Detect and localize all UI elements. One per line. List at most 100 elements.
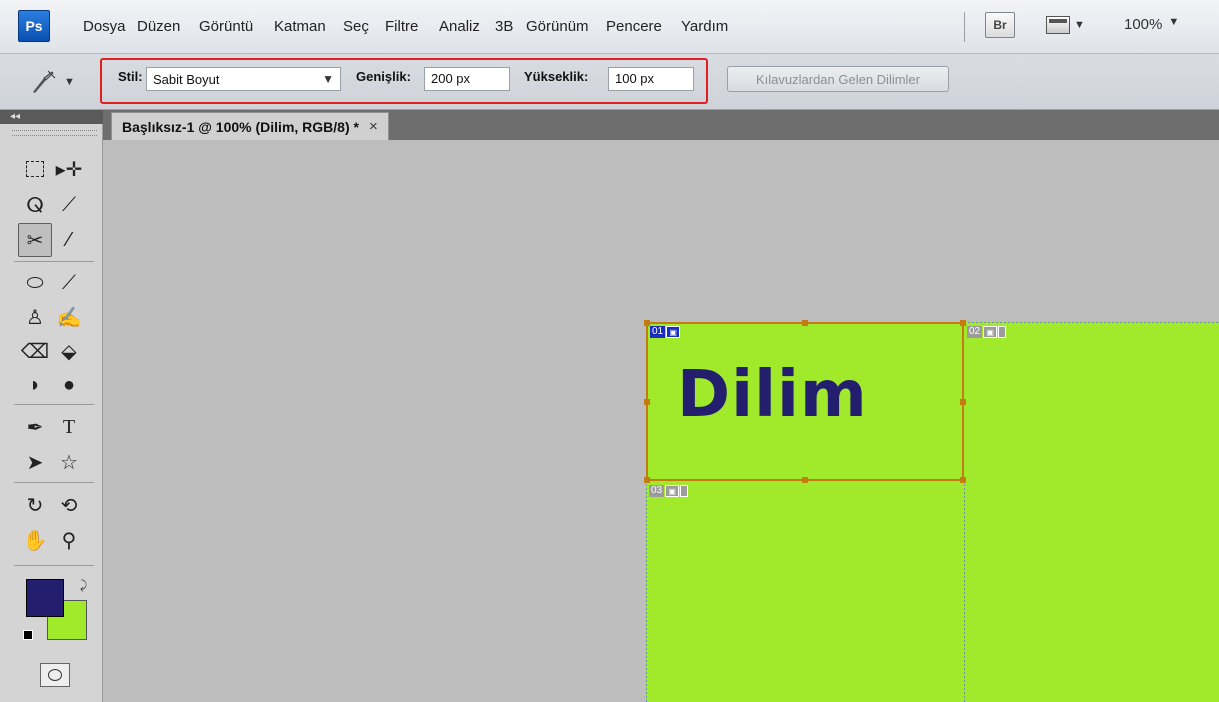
tool-divider <box>14 482 94 483</box>
3d-rotate-icon: ↻ <box>26 494 44 517</box>
menu-yardim[interactable]: Yardım <box>678 16 731 37</box>
3d-rotate-tool[interactable]: ↻ <box>18 488 52 522</box>
collapse-panel-icon[interactable]: ◂◂ <box>0 110 103 124</box>
slice-handle[interactable] <box>960 320 966 326</box>
shape-tool[interactable]: ☆ <box>52 445 86 479</box>
tool-preset-picker[interactable]: ▼ <box>22 64 94 100</box>
blur-tool[interactable]: ◗ <box>18 368 52 402</box>
bridge-button[interactable]: Br <box>985 12 1015 38</box>
path-select-icon: ➤ <box>26 451 44 474</box>
menu-pencere[interactable]: Pencere <box>603 16 665 37</box>
slice-badge: 03 ▣ <box>649 485 689 497</box>
quick-select-tool[interactable]: ⟋ <box>52 188 86 222</box>
height-input[interactable]: 100 px <box>608 67 694 91</box>
width-label: Genişlik: <box>356 69 411 84</box>
width-input[interactable]: 200 px <box>424 67 510 91</box>
document-tab[interactable]: Başlıksız-1 @ 100% (Dilim, RGB/8) * × <box>111 112 389 140</box>
3d-orbit-icon: ⟲ <box>60 494 78 517</box>
foreground-color-swatch[interactable] <box>26 579 64 617</box>
slice-guide <box>964 481 965 702</box>
style-value: Sabit Boyut <box>153 71 220 87</box>
menu-duzen[interactable]: Düzen <box>134 16 183 37</box>
swap-colors-icon[interactable]: ⤸ <box>80 578 87 593</box>
style-label: Stil: <box>118 69 143 84</box>
canvas-area[interactable]: 01 ▣ Dilim 02 ▣ 03 ▣ <box>103 140 1219 702</box>
blur-icon: ◗ <box>28 373 42 396</box>
slice-handle[interactable] <box>960 477 966 483</box>
slice-handle[interactable] <box>960 399 966 405</box>
path-select-tool[interactable]: ➤ <box>18 445 52 479</box>
slice-number: 02 <box>967 326 983 338</box>
clone-stamp-tool[interactable]: ♙ <box>18 300 52 334</box>
lasso-icon: ⵕ <box>26 194 44 217</box>
panel-grip[interactable] <box>12 130 97 136</box>
document-tab-bar: Başlıksız-1 @ 100% (Dilim, RGB/8) * × <box>103 110 1219 140</box>
zoom-tool[interactable]: ⚲ <box>52 523 86 557</box>
default-colors-icon[interactable] <box>23 630 37 644</box>
type-tool[interactable]: T <box>52 410 86 444</box>
style-select[interactable]: Sabit Boyut ▼ <box>146 67 341 91</box>
close-icon[interactable]: × <box>369 118 378 135</box>
slice-tool[interactable]: ✂ <box>18 223 52 257</box>
document-title: Başlıksız-1 @ 100% (Dilim, RGB/8) * <box>122 118 359 135</box>
history-brush-tool[interactable]: ✍ <box>52 300 86 334</box>
quick-mask-button[interactable] <box>40 663 70 687</box>
3d-orbit-tool[interactable]: ⟲ <box>52 488 86 522</box>
zoom-level-select[interactable]: 100% ▼ <box>1124 16 1179 33</box>
dodge-tool[interactable]: ● <box>52 368 86 402</box>
slice-handle[interactable] <box>802 477 808 483</box>
user-slice[interactable]: 01 ▣ Dilim <box>644 320 966 483</box>
dilim-text-layer: Dilim <box>677 358 868 432</box>
type-icon: T <box>62 415 76 438</box>
chevron-down-icon: ▼ <box>64 76 75 88</box>
height-label: Yükseklik: <box>524 69 589 84</box>
image-slice-icon: ▣ <box>983 326 998 338</box>
auto-slice-icon <box>998 326 1007 338</box>
brush-tool[interactable]: ⟋ <box>52 266 86 300</box>
image-slice-icon: ▣ <box>666 326 681 338</box>
healing-brush-tool[interactable]: ⬭ <box>18 266 52 300</box>
slice-handle[interactable] <box>644 399 650 405</box>
menu-sec[interactable]: Seç <box>340 16 372 37</box>
lasso-tool[interactable]: ⵕ <box>18 188 52 222</box>
image-slice-icon: ▣ <box>665 485 680 497</box>
slice-handle[interactable] <box>802 320 808 326</box>
eyedropper-icon: ⁄ <box>67 228 71 251</box>
menu-katman[interactable]: Katman <box>271 16 329 37</box>
menu-analiz[interactable]: Analiz <box>436 16 483 37</box>
pen-tool[interactable]: ✒ <box>18 410 52 444</box>
photoshop-logo[interactable]: Ps <box>18 10 50 42</box>
slice-number: 01 <box>650 326 666 338</box>
paint-bucket-icon: ⬙ <box>61 340 77 363</box>
chevron-down-icon: ▼ <box>1074 19 1085 31</box>
tool-divider <box>14 404 94 405</box>
eyedropper-tool[interactable]: ⁄ <box>52 223 86 257</box>
slice-number: 03 <box>649 485 665 497</box>
move-icon: ▸✛ <box>55 158 83 181</box>
menu-goruntu[interactable]: Görüntü <box>196 16 256 37</box>
document-canvas[interactable]: 01 ▣ Dilim 02 ▣ 03 ▣ <box>644 320 1219 702</box>
brush-icon: ⟋ <box>62 271 76 294</box>
menu-3b[interactable]: 3B <box>492 16 516 37</box>
menu-filtre[interactable]: Filtre <box>382 16 421 37</box>
slice-tool-icon <box>33 70 56 93</box>
slices-from-guides-button[interactable]: Kılavuzlardan Gelen Dilimler <box>727 66 949 92</box>
menu-dosya[interactable]: Dosya <box>80 16 129 37</box>
slice-handle[interactable] <box>644 477 650 483</box>
eraser-tool[interactable]: ⌫ <box>18 334 52 368</box>
tool-divider <box>14 565 94 566</box>
screen-mode-icon <box>1046 16 1070 34</box>
hand-tool[interactable]: ✋ <box>18 523 52 557</box>
paint-bucket-tool[interactable]: ⬙ <box>52 334 86 368</box>
slice-badge: 01 ▣ <box>650 326 681 338</box>
slice-icon: ✂ <box>26 229 44 252</box>
marquee-tool[interactable] <box>18 152 52 186</box>
chevron-down-icon: ▼ <box>1168 16 1180 28</box>
move-tool[interactable]: ▸✛ <box>52 152 86 186</box>
hand-icon: ✋ <box>22 529 48 552</box>
healing-brush-icon: ⬭ <box>26 271 44 294</box>
menu-separator <box>964 12 965 42</box>
screen-mode-button[interactable]: ▼ <box>1046 12 1096 38</box>
menu-gorunum[interactable]: Görünüm <box>523 16 592 37</box>
menu-bar: Ps Dosya Düzen Görüntü Katman Seç Filtre… <box>0 0 1219 54</box>
